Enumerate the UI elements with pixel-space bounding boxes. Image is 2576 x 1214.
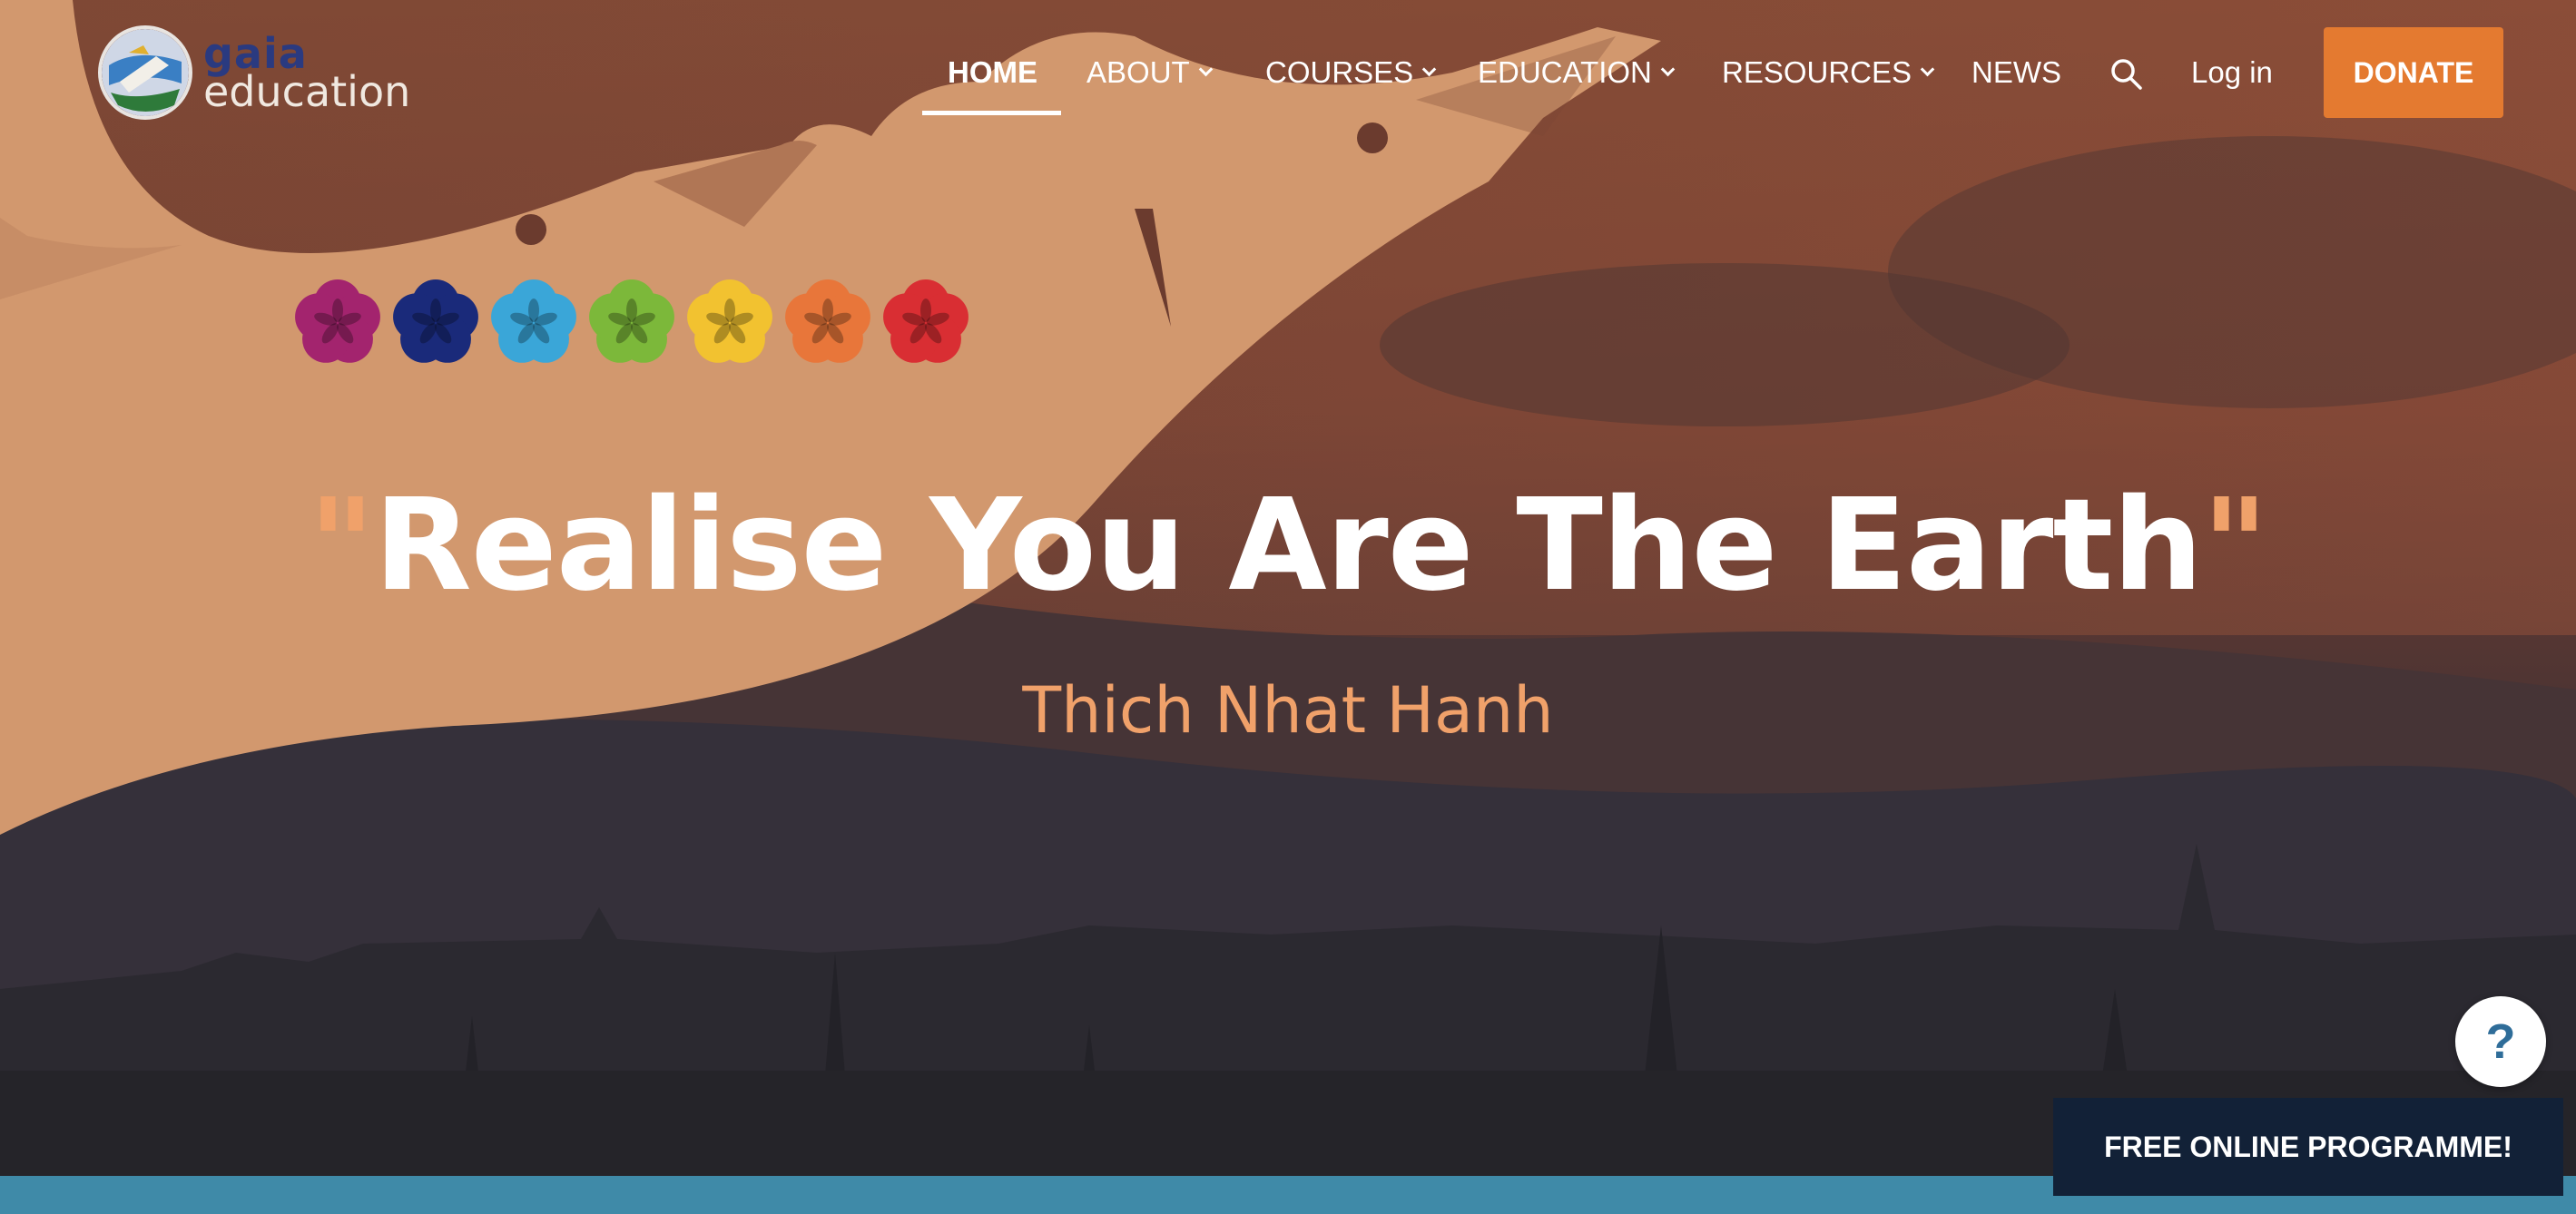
nav-about-label: ABOUT (1086, 55, 1190, 89)
chevron-down-icon (1421, 62, 1437, 76)
flower-icon (393, 279, 478, 363)
flower-icon (883, 279, 968, 363)
chevron-down-icon (1198, 62, 1213, 76)
quote-text: Realise You Are The Earth (373, 472, 2203, 620)
nav-home-label: HOME (948, 55, 1037, 89)
nav-news[interactable]: NEWS (1971, 51, 2061, 94)
nav-education[interactable]: EDUCATION (1478, 51, 1676, 94)
nav-about[interactable]: ABOUT (1086, 51, 1213, 94)
nav-courses[interactable]: COURSES (1265, 51, 1437, 94)
flower-icon (687, 279, 772, 363)
nav-home[interactable]: HOME (948, 51, 1037, 94)
nav-resources-label: RESOURCES (1722, 55, 1912, 89)
flower-icon (491, 279, 576, 363)
logo-globe-icon (98, 25, 192, 120)
free-programme-banner[interactable]: FREE ONLINE PROGRAMME! (2053, 1098, 2563, 1196)
chevron-down-icon (1920, 62, 1935, 76)
logo-text-education: education (203, 67, 411, 116)
site-header: gaia education HOME ABOUT COURSES EDUCAT… (0, 0, 2576, 145)
nav-resources[interactable]: RESOURCES (1722, 51, 1935, 94)
quote-open-mark: " (309, 472, 375, 620)
nav-news-label: NEWS (1971, 55, 2061, 89)
help-button[interactable]: ? (2455, 996, 2546, 1087)
chevron-down-icon (1660, 62, 1676, 76)
search-icon[interactable] (2110, 58, 2143, 91)
hero-quote: "Realise You Are The Earth" (0, 472, 2576, 620)
flower-icon (785, 279, 870, 363)
nav-courses-label: COURSES (1265, 55, 1414, 89)
flower-icon (295, 279, 380, 363)
active-nav-underline (922, 111, 1061, 115)
login-link[interactable]: Log in (2191, 51, 2273, 94)
flower-icon (589, 279, 674, 363)
quote-author: Thich Nhat Hanh (1022, 673, 1554, 748)
quote-close-mark: " (2202, 472, 2268, 620)
donate-button[interactable]: DONATE (2324, 27, 2503, 118)
site-logo[interactable]: gaia education (98, 25, 410, 120)
nav-education-label: EDUCATION (1478, 55, 1652, 89)
